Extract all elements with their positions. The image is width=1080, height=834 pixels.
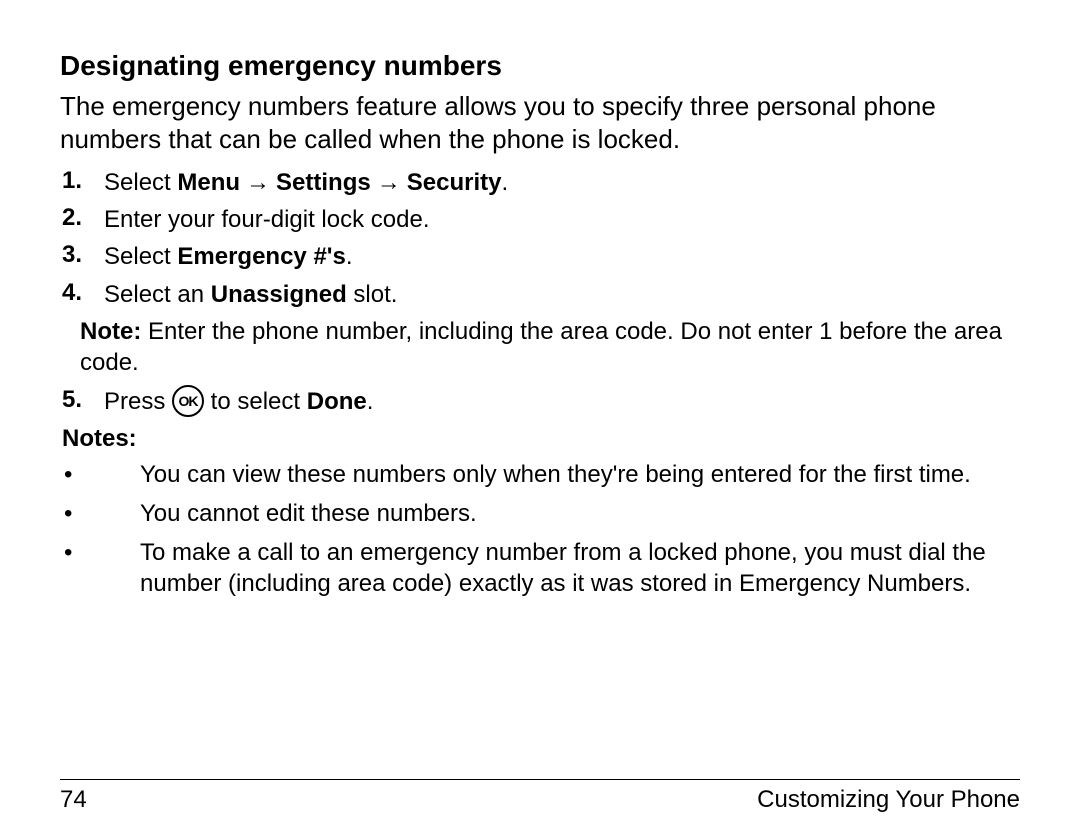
page-number: 74 — [60, 786, 87, 814]
step-5: 5. Press OK to select Done. — [60, 386, 1020, 419]
section-heading: Designating emergency numbers — [60, 50, 1020, 82]
step-3: 3. Select Emergency #'s. — [60, 241, 1020, 272]
text: Select — [104, 169, 177, 196]
menu-label: Menu — [177, 169, 240, 196]
text: Press — [104, 388, 172, 415]
step-number: 3. — [60, 241, 104, 269]
step-1: 1. Select Menu→Settings→Security. — [60, 167, 1020, 198]
ok-button-icon: OK — [172, 385, 204, 417]
done-label: Done — [307, 388, 367, 415]
emergency-label: Emergency #'s — [177, 243, 345, 270]
notes-heading: Notes: — [62, 425, 1020, 453]
note-item: • To make a call to an emergency number … — [60, 537, 1020, 599]
footer-section-title: Customizing Your Phone — [757, 786, 1020, 814]
step-number: 2. — [60, 204, 104, 232]
security-label: Security — [407, 169, 502, 196]
text: to select — [204, 388, 307, 415]
step-number: 5. — [60, 386, 104, 414]
step-body: Select Menu→Settings→Security. — [104, 167, 1020, 198]
text: . — [501, 169, 508, 196]
settings-label: Settings — [276, 169, 371, 196]
step-body: Press OK to select Done. — [104, 386, 1020, 419]
bullet-icon: • — [60, 498, 112, 529]
step-number: 4. — [60, 279, 104, 307]
text: . — [367, 388, 374, 415]
note-text: Enter the phone number, including the ar… — [80, 318, 1002, 376]
step-number: 1. — [60, 167, 104, 195]
unassigned-label: Unassigned — [211, 281, 347, 308]
text: Select — [104, 243, 177, 270]
intro-paragraph: The emergency numbers feature allows you… — [60, 90, 1020, 155]
step-body: Select an Unassigned slot. — [104, 279, 1020, 310]
notes-list: • You can view these numbers only when t… — [60, 459, 1020, 600]
note-item: • You can view these numbers only when t… — [60, 459, 1020, 490]
arrow-icon: → — [240, 169, 276, 196]
steps-list-continued: 5. Press OK to select Done. — [60, 386, 1020, 419]
step-body: Enter your four-digit lock code. — [104, 204, 1020, 235]
inline-note: Note: Enter the phone number, including … — [80, 316, 1020, 378]
note-text: You can view these numbers only when the… — [112, 459, 1020, 490]
page-content: Designating emergency numbers The emerge… — [60, 50, 1020, 759]
note-text: To make a call to an emergency number fr… — [112, 537, 1020, 599]
text: slot. — [347, 281, 398, 308]
note-item: • You cannot edit these numbers. — [60, 498, 1020, 529]
note-text: You cannot edit these numbers. — [112, 498, 1020, 529]
bullet-icon: • — [60, 537, 112, 568]
steps-list: 1. Select Menu→Settings→Security. 2. Ent… — [60, 167, 1020, 310]
arrow-icon: → — [371, 169, 407, 196]
note-label: Note: — [80, 318, 141, 345]
step-4: 4. Select an Unassigned slot. — [60, 279, 1020, 310]
text: Select an — [104, 281, 211, 308]
manual-page: Designating emergency numbers The emerge… — [0, 0, 1080, 834]
text: . — [346, 243, 353, 270]
page-footer: 74 Customizing Your Phone — [60, 779, 1020, 814]
step-2: 2. Enter your four-digit lock code. — [60, 204, 1020, 235]
bullet-icon: • — [60, 459, 112, 490]
step-body: Select Emergency #'s. — [104, 241, 1020, 272]
